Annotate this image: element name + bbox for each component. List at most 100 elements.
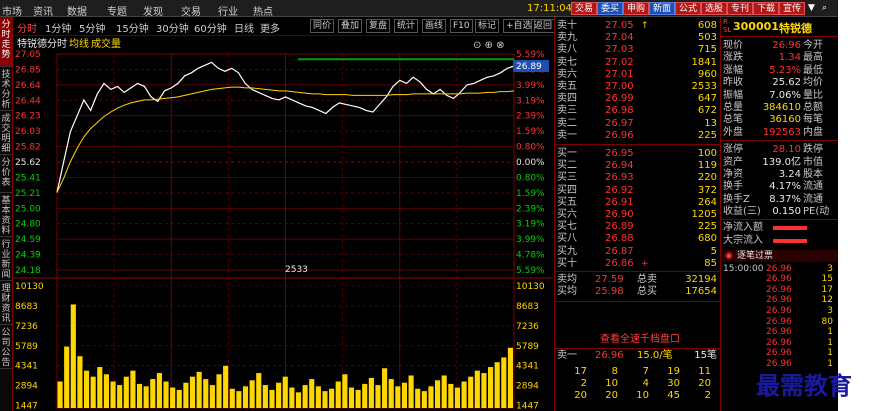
menu-industry[interactable]: 行业 bbox=[218, 3, 238, 18]
tab-intraday[interactable]: 分时 bbox=[17, 20, 37, 35]
tab-daily[interactable]: 日线 bbox=[234, 20, 254, 35]
info-row: 涨跌 1.34 最高 bbox=[721, 52, 838, 64]
book-price: 26.87 bbox=[605, 245, 634, 257]
trades-header[interactable]: ◉ 逐笔过票 bbox=[721, 249, 838, 262]
menu-news[interactable]: 资讯 bbox=[33, 3, 53, 18]
f10-button[interactable]: F10 bbox=[450, 19, 473, 33]
quick-formula[interactable]: 公式 bbox=[675, 2, 702, 15]
ask-row[interactable]: 卖七 27.02 1841 bbox=[555, 57, 721, 69]
full-queue-button[interactable]: 查看全速千档盘口 bbox=[585, 333, 695, 346]
book-level-label: 买十 bbox=[557, 257, 577, 269]
book-volume: 225 bbox=[697, 129, 717, 141]
stock-info-panel: R SL 300001 特锐德 现价 26.96 今开 涨跌 1.34 最高 涨幅 5.23%… bbox=[720, 17, 838, 411]
draw-line-button[interactable]: 画线 bbox=[422, 19, 447, 33]
book-price: 26.89 bbox=[605, 221, 634, 233]
trade-qty: 3 bbox=[827, 263, 833, 274]
chart-controls-icon[interactable]: ⊙ ⊕ ⊗ bbox=[473, 40, 505, 51]
menu-trade[interactable]: 交易 bbox=[181, 3, 201, 18]
book-separator bbox=[555, 348, 721, 349]
bid-row[interactable]: 买四 26.92 372 bbox=[555, 185, 721, 197]
quick-promo[interactable]: 宣传 bbox=[779, 2, 806, 15]
tab-15min[interactable]: 15分钟 bbox=[116, 20, 149, 35]
book-price: 26.96 bbox=[605, 129, 634, 141]
menu-topics[interactable]: 专题 bbox=[107, 3, 127, 18]
vtab-3[interactable]: 分价表 bbox=[0, 155, 12, 193]
info-key-2: 总额 bbox=[803, 102, 823, 113]
quick-buy[interactable]: 委买 bbox=[597, 2, 624, 15]
bid-row[interactable]: 买十 26.86 85 + bbox=[555, 258, 721, 270]
ask-row[interactable]: 卖五 27.00 2533 bbox=[555, 81, 721, 93]
same-price-button[interactable]: 同价 bbox=[310, 19, 335, 33]
quick-trade[interactable]: 交易 bbox=[571, 2, 598, 15]
vtab-2[interactable]: 成交明细 bbox=[0, 111, 12, 155]
back-button[interactable]: 返回 bbox=[531, 19, 556, 33]
mark-button[interactable]: 标记 bbox=[475, 19, 500, 33]
trade-row: 26.96 17 bbox=[721, 285, 838, 296]
menu-data[interactable]: 数据 bbox=[67, 3, 87, 18]
vtab-1[interactable]: 技术分析 bbox=[0, 67, 12, 111]
tab-1min[interactable]: 1分钟 bbox=[45, 20, 71, 35]
info-row: 昨收 25.62 均价 bbox=[721, 77, 838, 89]
book-volume: 608 bbox=[697, 20, 717, 31]
ask-row[interactable]: 卖四 26.99 647 bbox=[555, 93, 721, 105]
flow-label: 净流入额 bbox=[723, 221, 763, 233]
info-value: 5.23% bbox=[769, 64, 801, 76]
bid-row[interactable]: 买七 26.89 225 bbox=[555, 221, 721, 233]
add-watchlist-button[interactable]: +自选 bbox=[503, 19, 535, 33]
info-key-2: 今开 bbox=[803, 40, 823, 51]
quick-journal[interactable]: 专刊 bbox=[727, 2, 754, 15]
tab-more[interactable]: 更多 bbox=[260, 20, 280, 35]
info-row: 现价 26.96 今开 bbox=[721, 40, 838, 52]
bid-row[interactable]: 买九 26.87 5 bbox=[555, 246, 721, 258]
ask-row[interactable]: 卖一 26.96 225 bbox=[555, 130, 721, 142]
vtab-4[interactable]: 基本资料 bbox=[0, 193, 12, 237]
info-value: 0.150 bbox=[772, 206, 801, 218]
replay-button[interactable]: 复盘 bbox=[366, 19, 391, 33]
vtab-0[interactable]: 分时走势 bbox=[0, 17, 12, 67]
trade-row: 26.96 1 bbox=[721, 338, 838, 349]
queue-orders: 15.0/笔 bbox=[637, 350, 673, 361]
ask-row[interactable]: 卖三 26.98 672 bbox=[555, 105, 721, 117]
tab-60min[interactable]: 60分钟 bbox=[194, 20, 227, 35]
search-icon[interactable]: ⌕ bbox=[822, 3, 827, 13]
stats-button[interactable]: 统计 bbox=[394, 19, 419, 33]
volume-bar bbox=[408, 375, 414, 408]
book-price: 26.90 bbox=[605, 209, 634, 220]
overlay-button[interactable]: 叠加 bbox=[338, 19, 363, 33]
volume-bar bbox=[130, 370, 136, 408]
bid-row[interactable]: 买五 26.91 264 bbox=[555, 197, 721, 209]
tab-30min[interactable]: 30分钟 bbox=[156, 20, 189, 35]
volume-bar bbox=[183, 382, 189, 408]
menu-hotspot[interactable]: 热点 bbox=[253, 3, 273, 18]
ask-row[interactable]: 卖二 26.97 13 bbox=[555, 118, 721, 130]
trades-title: 逐笔过票 bbox=[737, 250, 774, 261]
volume-bar bbox=[276, 382, 282, 408]
price-tick: 24.59 bbox=[15, 235, 41, 245]
menu-discover[interactable]: 发现 bbox=[143, 3, 163, 18]
ask-row[interactable]: 卖十 27.05 608 ↑ bbox=[555, 20, 721, 32]
quick-download[interactable]: 下载 bbox=[753, 2, 780, 15]
ask-row[interactable]: 卖九 27.04 503 bbox=[555, 32, 721, 44]
bid-row[interactable]: 买八 26.88 680 bbox=[555, 233, 721, 245]
vtab-6[interactable]: 理财资讯 bbox=[0, 281, 12, 325]
pct-tick: 3.19% bbox=[516, 96, 545, 106]
vtab-7[interactable]: 公司公告 bbox=[0, 325, 12, 369]
ask-row[interactable]: 卖六 27.01 960 bbox=[555, 69, 721, 81]
menu-market[interactable]: 市场 bbox=[2, 3, 22, 18]
tab-5min[interactable]: 5分钟 bbox=[79, 20, 105, 35]
book-level-label: 买七 bbox=[557, 221, 577, 233]
ask-row[interactable]: 卖八 27.03 715 bbox=[555, 44, 721, 56]
bid-row[interactable]: 买三 26.93 220 bbox=[555, 172, 721, 184]
price-tick: 25.41 bbox=[15, 173, 41, 183]
bid-row[interactable]: 买二 26.94 119 bbox=[555, 160, 721, 172]
quick-pick[interactable]: 选股 bbox=[701, 2, 728, 15]
dropdown-icon[interactable]: ▼ bbox=[808, 3, 815, 13]
volume-bar bbox=[282, 376, 288, 408]
bid-row[interactable]: 买一 26.95 100 bbox=[555, 148, 721, 160]
volume-bar bbox=[309, 379, 315, 408]
quick-subscribe[interactable]: 申购 bbox=[623, 2, 650, 15]
vtab-5[interactable]: 行业新闻 bbox=[0, 237, 12, 281]
volume-bar bbox=[382, 368, 388, 408]
bid-row[interactable]: 买六 26.90 1205 bbox=[555, 209, 721, 221]
quick-new[interactable]: 新面 bbox=[649, 2, 676, 15]
